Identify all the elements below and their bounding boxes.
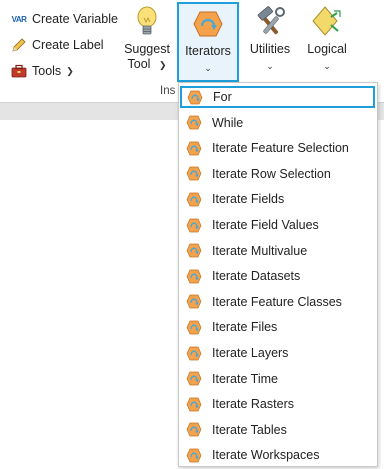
iterator-menu-item-label: Iterate Rasters	[212, 397, 294, 412]
iterator-hexagon-icon	[185, 447, 203, 463]
suggest-tool-button[interactable]: Suggest Tool ❯	[120, 4, 174, 80]
ribbon-small-commands: VAR Create Variable Create Label Tools ❯	[9, 6, 118, 84]
iterator-hexagon-icon	[185, 166, 203, 182]
tools-dropdown-button[interactable]: Tools ❯	[9, 58, 118, 84]
iterator-menu-item[interactable]: Iterate Fields	[179, 188, 377, 210]
iterator-menu-item[interactable]: Iterate Feature Selection	[179, 137, 377, 159]
lightbulb-icon	[135, 4, 159, 40]
hammer-wrench-icon	[254, 4, 286, 40]
logical-label: Logical	[307, 42, 347, 56]
iterator-menu-item-label: Iterate Files	[212, 320, 278, 335]
iterator-hexagon-icon	[185, 294, 203, 310]
iterator-menu-item[interactable]: Iterate Feature Classes	[179, 291, 377, 313]
iterator-menu-item-label: Iterate Fields	[212, 192, 285, 207]
utilities-label: Utilities	[249, 42, 291, 56]
create-label-button[interactable]: Create Label	[9, 32, 118, 58]
iterator-menu-item-label: Iterate Layers	[212, 346, 289, 360]
chevron-down-icon: ⌄	[323, 61, 331, 71]
iterator-hexagon-icon	[186, 89, 204, 105]
iterator-menu-item-label: Iterate Tables	[212, 422, 287, 437]
iterator-hexagon-icon	[185, 243, 203, 259]
iterator-hexagon-icon	[185, 191, 203, 207]
iterator-menu-item[interactable]: Iterate Workspaces	[179, 444, 377, 466]
iterators-button[interactable]: Iterators ⌄	[177, 2, 239, 82]
suggest-tool-label-line2: Tool ❯	[127, 57, 167, 71]
iterator-menu-item-label: Iterate Field Values	[212, 218, 319, 232]
suggest-tool-label-line1: Suggest	[124, 42, 170, 56]
iterator-menu-item-label: Iterate Feature Classes	[212, 294, 342, 309]
iterator-menu-item-label: For	[213, 90, 232, 104]
logical-button[interactable]: Logical ⌄	[302, 4, 352, 80]
chevron-down-icon: ❯	[158, 60, 167, 70]
iterator-hexagon-icon	[185, 345, 203, 361]
variable-icon: VAR	[11, 14, 27, 24]
chevron-down-icon: ⌄	[204, 63, 212, 73]
iterator-menu-item-label: Iterate Feature Selection	[212, 141, 349, 156]
iterator-hexagon-icon	[185, 115, 203, 131]
iterator-menu-item[interactable]: While	[179, 112, 377, 134]
label-pencil-icon	[9, 37, 29, 53]
iterator-menu-item[interactable]: Iterate Layers	[179, 342, 377, 364]
toolbox-icon	[9, 63, 29, 79]
iterator-menu-item-label: Iterate Workspaces	[212, 448, 320, 463]
iterator-menu-item-label: While	[212, 115, 244, 130]
logical-diamond-icon	[311, 4, 343, 40]
iterator-hexagon-icon	[185, 396, 203, 412]
chevron-down-icon: ❯	[66, 65, 74, 76]
iterator-menu-item-label: Iterate Multivalue	[212, 243, 308, 258]
iterators-dropdown-menu: For While Iterate Feature Selection Iterate…	[178, 82, 378, 467]
iterator-menu-item[interactable]: Iterate Row Selection	[179, 163, 377, 185]
utilities-button[interactable]: Utilities ⌄	[243, 4, 297, 80]
iterator-menu-item[interactable]: Iterate Files	[179, 316, 377, 338]
tools-label: Tools	[32, 64, 62, 78]
iterator-hexagon-icon	[185, 217, 203, 233]
iterator-hexagon-icon	[185, 422, 203, 438]
iterator-menu-item-label: Iterate Time	[212, 371, 278, 386]
iterator-menu-item-label: Iterate Row Selection	[212, 166, 331, 181]
iterator-menu-item[interactable]: Iterate Time	[179, 368, 377, 390]
iterator-menu-item[interactable]: For	[180, 86, 375, 108]
iterator-menu-item[interactable]: Iterate Field Values	[179, 214, 377, 236]
iterator-menu-item[interactable]: Iterate Multivalue	[179, 240, 377, 262]
create-label-label: Create Label	[32, 38, 104, 52]
ribbon-group-label: Ins	[160, 85, 176, 97]
create-variable-button[interactable]: VAR Create Variable	[9, 6, 118, 32]
iterator-icon	[192, 6, 224, 42]
iterator-hexagon-icon	[185, 268, 203, 284]
create-variable-label: Create Variable	[32, 12, 118, 26]
iterator-menu-item[interactable]: Iterate Tables	[179, 419, 377, 441]
iterator-hexagon-icon	[185, 371, 203, 387]
iterator-hexagon-icon	[185, 140, 203, 156]
iterators-label: Iterators	[185, 44, 231, 58]
iterator-hexagon-icon	[185, 319, 203, 335]
chevron-down-icon: ⌄	[266, 61, 274, 71]
iterator-menu-item[interactable]: Iterate Rasters	[179, 393, 377, 415]
iterator-menu-item[interactable]: Iterate Datasets	[179, 265, 377, 287]
iterator-menu-item-label: Iterate Datasets	[212, 269, 301, 284]
